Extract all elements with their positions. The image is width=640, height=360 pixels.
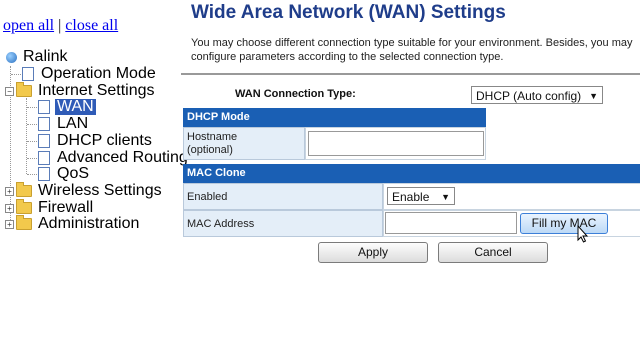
sidebar-item-operation-mode[interactable]: Operation Mode [22,66,158,82]
page-icon [38,100,50,114]
sidebar-item-label: LAN [57,115,89,132]
sidebar-item-label: Administration [38,215,140,232]
sidebar-item-label: Operation Mode [41,65,156,82]
page-title: Wide Area Network (WAN) Settings [191,2,506,23]
link-separator: | [58,17,62,34]
expand-icon[interactable]: + [5,219,14,229]
sidebar-item-label: Firewall [38,199,94,216]
sidebar-nav: open all | close all Ralink Operation Mo… [0,0,188,360]
page-icon [38,117,50,131]
sidebar-item-wireless-settings[interactable]: + Wireless Settings [5,182,164,199]
folder-icon [16,182,32,197]
tree-root-label: Ralink [23,48,68,65]
connection-type-value: DHCP (Auto config) [476,89,582,103]
folder-icon [16,215,32,230]
apply-button[interactable]: Apply [318,242,428,263]
sidebar-item-label: DHCP clients [57,132,152,149]
tree-line [27,107,37,108]
tree-line [27,158,37,159]
tree-root[interactable]: Ralink [6,49,69,65]
sidebar-item-advanced-routing[interactable]: Advanced Routing [38,150,190,166]
dropdown-arrow-icon: ▼ [589,91,598,101]
connection-type-label: WAN Connection Type: [235,88,356,100]
enabled-value: Enable [392,190,430,204]
sidebar-item-label: Wireless Settings [38,182,162,199]
sidebar-item-label: QoS [57,165,90,182]
dhcp-section-header: DHCP Mode [183,108,486,127]
page-icon [38,134,50,148]
main-content: Wide Area Network (WAN) Settings You may… [181,0,640,360]
folder-icon [16,199,32,214]
mouse-cursor-icon [577,225,589,243]
open-all-link[interactable]: open all [3,17,54,34]
mac-clone-enabled-select[interactable]: Enable ▼ [387,187,455,205]
divider [181,73,640,75]
sidebar-item-label: WAN [55,98,96,115]
cancel-button[interactable]: Cancel [438,242,548,263]
fill-my-mac-button[interactable]: Fill my MAC [520,213,608,234]
page-description: You may choose different connection type… [191,37,633,63]
sidebar-item-label: Advanced Routing [57,149,188,166]
globe-icon [6,51,17,63]
dropdown-arrow-icon: ▼ [441,192,450,202]
hostname-label: Hostname (optional) [183,127,305,160]
sidebar-item-label: Internet Settings [38,82,155,99]
tree-line [27,141,37,142]
hostname-label-line2: (optional) [187,144,233,156]
close-all-link[interactable]: close all [65,17,118,34]
mac-address-input[interactable] [385,212,517,234]
page-icon [38,167,50,181]
page-icon [38,151,50,165]
sidebar-item-administration[interactable]: + Administration [5,215,141,232]
connection-type-select[interactable]: DHCP (Auto config) ▼ [471,86,603,104]
page-icon [22,67,34,81]
mac-clone-section-header: MAC Clone [183,164,640,183]
hostname-input[interactable] [308,131,484,156]
sidebar-item-firewall[interactable]: + Firewall [5,199,95,216]
sidebar-item-wan[interactable]: WAN [38,99,96,115]
tree-line [27,174,37,175]
expand-icon[interactable]: + [5,203,14,213]
sidebar-item-internet-settings[interactable]: − Internet Settings [5,82,157,99]
tree-line [27,124,37,125]
sidebar-item-lan[interactable]: LAN [38,116,90,132]
mac-address-label: MAC Address [183,210,383,237]
enabled-label: Enabled [183,183,383,210]
sidebar-item-qos[interactable]: QoS [38,166,91,182]
tree-controls: open all | close all [3,17,118,35]
hostname-label-line1: Hostname [187,131,238,143]
expand-icon[interactable]: + [5,186,14,196]
sidebar-item-dhcp-clients[interactable]: DHCP clients [38,133,154,149]
collapse-icon[interactable]: − [5,86,14,96]
folder-open-icon [16,82,32,97]
tree-line [26,98,27,174]
